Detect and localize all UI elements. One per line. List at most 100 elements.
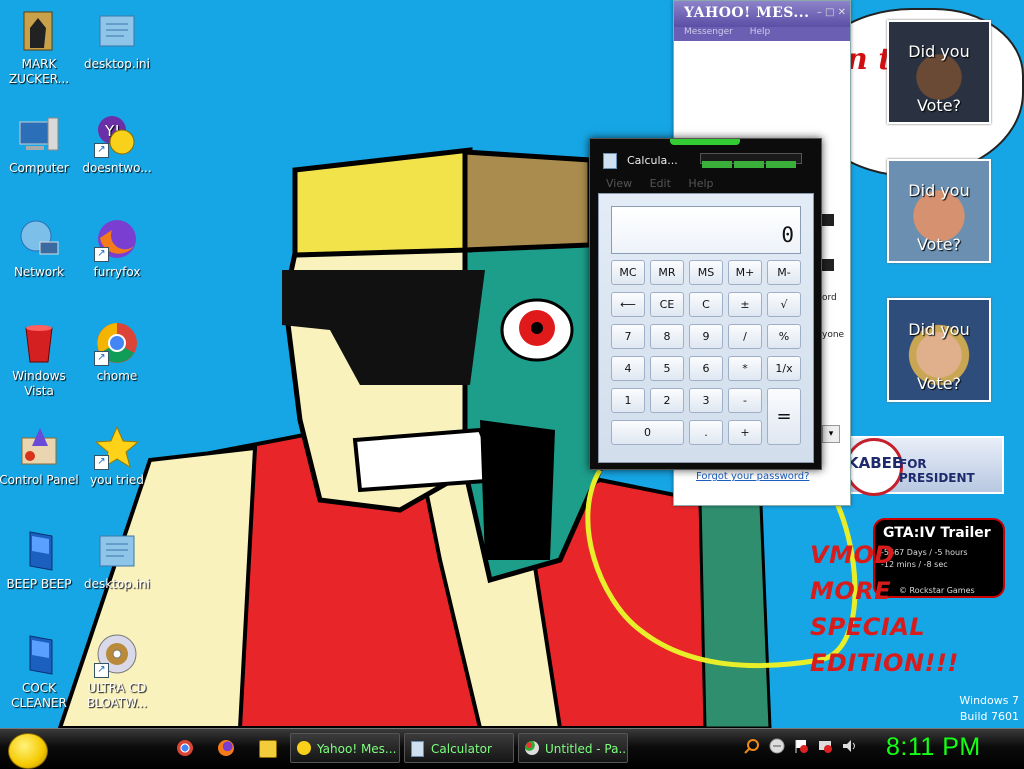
yahoo-title-bar[interactable]: YAHOO! MES... – □ ✕ (674, 1, 850, 27)
menu-messenger[interactable]: Messenger (684, 27, 733, 37)
shortcut-arrow-icon: ↗ (94, 247, 109, 262)
calculator-menu-bar: View Edit Help (590, 177, 821, 191)
desktop-icon-desktop-ini-2[interactable]: desktop.ini (75, 528, 159, 592)
config-file-icon (94, 528, 140, 574)
vote-card-obama[interactable]: Did you Vote? (887, 20, 991, 124)
start-button-smiley-icon[interactable] (8, 733, 48, 769)
button-ce[interactable]: CE (650, 292, 684, 317)
button-6[interactable]: 6 (689, 356, 723, 381)
invisible-checkbox[interactable] (822, 259, 834, 271)
menu-help[interactable]: Help (750, 27, 771, 37)
button-multiply[interactable]: * (728, 356, 762, 381)
action-center-flag-icon[interactable] (793, 738, 809, 754)
window-controls[interactable]: – □ ✕ (817, 7, 846, 18)
desktop-icon-you-tried[interactable]: ↗ you tried (75, 424, 159, 488)
huckabee-gadget[interactable]: KABEE FOR PRESIDENT (845, 436, 1004, 496)
desktop-icon-desktop-ini[interactable]: desktop.ini (75, 8, 159, 72)
calculator-title: Calcula... (627, 154, 678, 167)
taskbar: Yahoo! Mes... Calculator Untitled - Pa..… (0, 728, 1024, 769)
button-4[interactable]: 4 (611, 356, 645, 381)
icon-label: Windows Vista (12, 369, 66, 398)
taskbar-label: Calculator (431, 742, 492, 756)
shortcut-arrow-icon: ↗ (94, 143, 109, 158)
desktop-icon-computer[interactable]: Computer (0, 112, 81, 176)
button-decimal[interactable]: . (689, 420, 723, 445)
display-value: 0 (781, 223, 794, 247)
button-7[interactable]: 7 (611, 324, 645, 349)
button-add[interactable]: + (728, 420, 762, 445)
icon-label: you tried (90, 473, 144, 487)
vote-card-answer: Vote? (916, 235, 962, 254)
calculator-window[interactable]: Calcula... View Edit Help 0 MC MR MS M+ … (589, 138, 822, 470)
folder-person-icon (16, 8, 62, 54)
menu-help[interactable]: Help (688, 177, 713, 190)
build-number: Build 7601 (959, 710, 1019, 723)
button-1[interactable]: 1 (611, 388, 645, 413)
button-2[interactable]: 2 (650, 388, 684, 413)
desktop-icon-doesntwo[interactable]: Y! ↗ doesntwo... (75, 112, 159, 176)
button-5[interactable]: 5 (650, 356, 684, 381)
desktop-icon-mark[interactable]: MARK ZUCKER... (0, 8, 81, 87)
desktop-icon-cock-cleaner[interactable]: COCK CLEANER (0, 632, 81, 711)
search-icon[interactable] (744, 738, 760, 754)
firefox-quicklaunch-icon[interactable] (218, 740, 234, 756)
control-panel-icon (16, 424, 62, 470)
button-subtract[interactable]: - (728, 388, 762, 413)
desktop-icon-chome[interactable]: ↗ chome (75, 320, 159, 384)
button-reciprocal[interactable]: 1/x (767, 356, 801, 381)
vmod-line: VMOD (810, 541, 895, 569)
icon-label: Network (13, 265, 65, 279)
desktop-icon-control-panel[interactable]: Control Panel (0, 424, 81, 488)
forgot-password-link[interactable]: Forgot your password? (696, 471, 809, 482)
button-backspace[interactable]: ⟵ (611, 292, 645, 317)
config-file-icon (94, 8, 140, 54)
window-controls[interactable] (700, 153, 802, 168)
taskbar-clock[interactable]: 8:11 PM (886, 733, 981, 762)
button-mr[interactable]: MR (650, 260, 684, 285)
menu-edit[interactable]: Edit (650, 177, 671, 190)
button-ms[interactable]: MS (689, 260, 723, 285)
calculator-title-bar[interactable]: Calcula... (590, 139, 821, 177)
button-m-plus[interactable]: M+ (728, 260, 762, 285)
button-divide[interactable]: / (728, 324, 762, 349)
icon-label: ULTRA CD BLOATW... (86, 681, 148, 710)
desktop-icon-windows-vista[interactable]: Windows Vista (0, 320, 81, 399)
button-plus-minus[interactable]: ± (728, 292, 762, 317)
network-status-icon[interactable] (817, 738, 833, 754)
button-m-minus[interactable]: M- (767, 260, 801, 285)
volume-icon[interactable] (841, 738, 857, 754)
blue-panel-icon (16, 528, 62, 574)
firefox-icon: ↗ (94, 216, 140, 262)
button-percent[interactable]: % (767, 324, 801, 349)
folder-quicklaunch-icon[interactable] (259, 740, 277, 758)
shortcut-arrow-icon: ↗ (94, 455, 109, 470)
menu-view[interactable]: View (606, 177, 632, 190)
desktop-icon-network[interactable]: Network (0, 216, 81, 280)
button-mc[interactable]: MC (611, 260, 645, 285)
icon-label: MARK ZUCKER... (8, 57, 70, 86)
button-9[interactable]: 9 (689, 324, 723, 349)
chrome-quicklaunch-icon[interactable] (177, 740, 193, 756)
calculator-icon (411, 741, 424, 757)
desktop-icon-furryfox[interactable]: ↗ furryfox (75, 216, 159, 280)
remember-checkbox[interactable] (822, 214, 834, 226)
button-equals[interactable]: = (767, 388, 801, 445)
calculator-display: 0 (611, 206, 801, 254)
vote-card-mccain[interactable]: Did you Vote? (887, 159, 991, 263)
network-globe-icon (16, 216, 62, 262)
desktop-icon-beep-beep[interactable]: BEEP BEEP (0, 528, 81, 592)
taskbar-button-paint[interactable]: Untitled - Pa... (518, 733, 628, 763)
yahoo-tray-icon[interactable] (769, 738, 785, 754)
desktop-icon-ultra-cd[interactable]: ↗ ULTRA CD BLOATW... (75, 632, 159, 711)
taskbar-button-yahoo[interactable]: Yahoo! Mes... (290, 733, 400, 763)
dropdown-arrow-icon[interactable]: ▾ (822, 425, 840, 443)
button-0[interactable]: 0 (611, 420, 684, 445)
vote-card-answer: Vote? (916, 96, 962, 115)
blue-panel-icon (16, 632, 62, 678)
button-3[interactable]: 3 (689, 388, 723, 413)
button-clear[interactable]: C (689, 292, 723, 317)
button-sqrt[interactable]: √ (767, 292, 801, 317)
taskbar-button-calculator[interactable]: Calculator (404, 733, 514, 763)
button-8[interactable]: 8 (650, 324, 684, 349)
vote-card-clinton[interactable]: Did you Vote? (887, 298, 991, 402)
